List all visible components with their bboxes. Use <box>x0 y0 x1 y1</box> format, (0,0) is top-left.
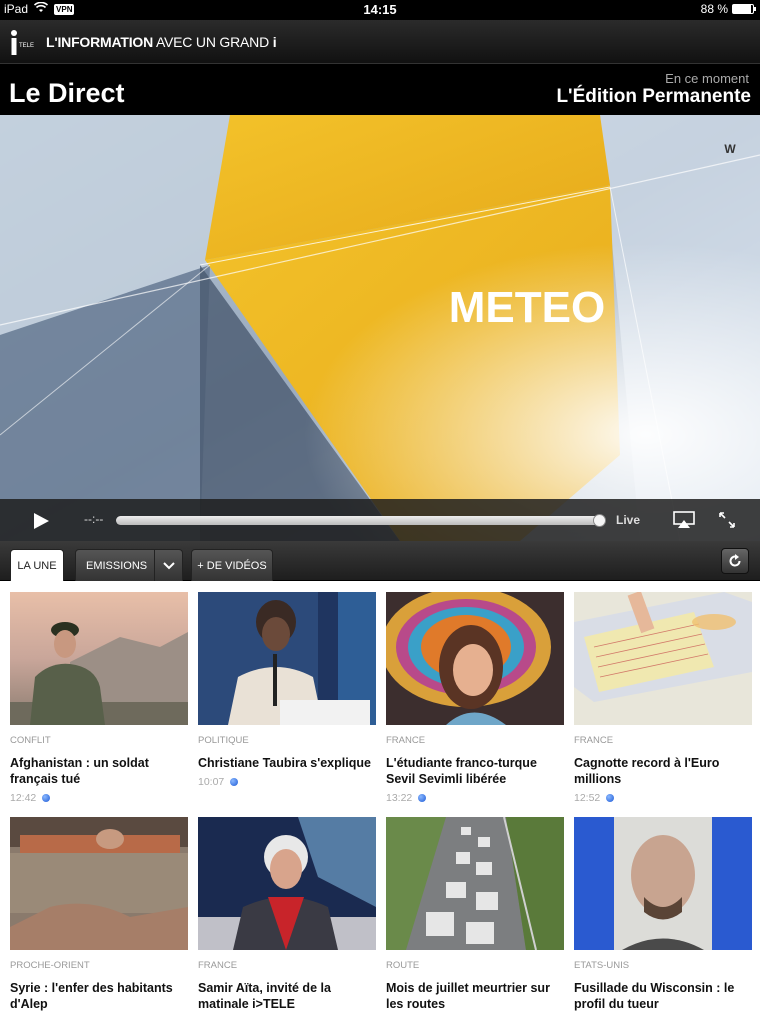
article-thumbnail <box>10 592 188 725</box>
article-category: CONFLIT <box>10 735 51 746</box>
tagline-mark: i <box>272 34 277 50</box>
article-category: ETATS-UNIS <box>574 960 630 971</box>
article-card[interactable]: ETATS-UNIS Fusillade du Wisconsin : le p… <box>574 817 752 1012</box>
video-indicator-icon <box>418 794 427 802</box>
status-time: 14:15 <box>363 2 397 17</box>
article-headline: L'étudiante franco-turque Sevil Sevimli … <box>386 756 537 786</box>
video-indicator-icon <box>606 794 615 802</box>
chevron-down-icon[interactable] <box>154 550 182 582</box>
tab-emissions-label: EMISSIONS <box>86 559 148 572</box>
battery-percent: 88 % <box>700 2 728 16</box>
article-category: PROCHE-ORIENT <box>10 960 90 971</box>
article-headline: Afghanistan : un soldat français tué <box>10 756 149 786</box>
article-time: 13:22 <box>386 792 413 804</box>
article-time: 12:52 <box>574 792 601 804</box>
article-headline: Fusillade du Wisconsin : le profil du tu… <box>574 981 735 1011</box>
video-indicator-icon <box>230 778 239 786</box>
battery-icon <box>732 4 756 14</box>
itele-logo: TELE <box>11 30 34 55</box>
article-thumbnail <box>386 592 564 725</box>
article-thumbnail <box>10 817 188 950</box>
article-headline: Cagnotte record à l'Euro millions <box>574 756 720 786</box>
tab-la-une[interactable]: LA UNE <box>10 549 64 581</box>
now-playing-program: L'Édition Permanente <box>556 86 751 107</box>
article-time: 12:42 <box>10 792 37 804</box>
progress-handle[interactable] <box>593 514 606 527</box>
article-headline: Syrie : l'enfer des habitants d'Alep <box>10 981 173 1011</box>
article-category: ROUTE <box>386 960 420 971</box>
video-overlay-text: METEO <box>449 283 605 332</box>
article-card[interactable]: ROUTE Mois de juillet meurtrier sur les … <box>386 817 564 1012</box>
article-card[interactable]: FRANCE L'étudiante franco-turque Sevil S… <box>386 592 564 804</box>
video-frame: METEO W <box>0 115 760 541</box>
article-card[interactable]: CONFLIT Afghanistan : un soldat français… <box>10 592 188 804</box>
status-bar: iPad VPN 14:15 88 % <box>0 0 760 20</box>
tagline-bold: L'INFORMATION <box>46 34 154 50</box>
article-card[interactable]: FRANCE Cagnotte record à l'Euro millions… <box>574 592 752 804</box>
article-headline: Samir Aïta, invité de la matinale i>TELE <box>198 981 331 1011</box>
article-headline: Christiane Taubira s'explique <box>198 756 371 770</box>
article-category: FRANCE <box>198 960 238 971</box>
logo-text: TELE <box>19 43 34 49</box>
now-playing-label: En ce moment <box>665 71 749 86</box>
title-bar: Le Direct En ce moment L'Édition Permane… <box>0 64 760 115</box>
play-icon[interactable] <box>32 512 50 530</box>
article-card[interactable]: POLITIQUE Christiane Taubira s'explique … <box>198 592 376 788</box>
live-label: Live <box>616 513 641 527</box>
progress-bar[interactable] <box>116 516 602 525</box>
article-thumbnail <box>198 592 376 725</box>
fullscreen-icon[interactable] <box>718 511 736 529</box>
article-category: POLITIQUE <box>198 735 249 746</box>
tab-more-videos[interactable]: + DE VIDÉOS <box>191 549 273 581</box>
article-card[interactable]: FRANCE Samir Aïta, invité de la matinale… <box>198 817 376 1012</box>
article-thumbnail <box>386 817 564 950</box>
article-thumbnail <box>574 817 752 950</box>
refresh-button[interactable] <box>721 548 749 574</box>
articles-grid: CONFLIT Afghanistan : un soldat français… <box>0 581 760 1013</box>
brand-bar: TELE L'INFORMATION AVEC UN GRAND i <box>0 20 760 64</box>
video-indicator-icon <box>42 794 51 802</box>
article-headline: Mois de juillet meurtrier sur les routes <box>386 981 550 1011</box>
article-category: FRANCE <box>386 735 426 746</box>
article-thumbnail <box>198 817 376 950</box>
video-player[interactable]: METEO W --:-- Live <box>0 115 760 541</box>
video-controls: --:-- Live <box>0 499 760 541</box>
tab-emissions[interactable]: EMISSIONS <box>75 549 183 582</box>
article-time: 10:07 <box>198 776 225 788</box>
airplay-icon[interactable] <box>673 511 695 529</box>
page-title: Le Direct <box>9 78 125 108</box>
refresh-icon <box>729 554 741 567</box>
section-tabs: LA UNE EMISSIONS + DE VIDÉOS <box>0 541 760 582</box>
article-thumbnail <box>574 592 752 725</box>
brand-tagline: L'INFORMATION AVEC UN GRAND i <box>46 34 277 50</box>
article-category: FRANCE <box>574 735 614 746</box>
tagline-rest: AVEC UN GRAND <box>155 34 269 50</box>
article-card[interactable]: PROCHE-ORIENT Syrie : l'enfer des habita… <box>10 817 188 1012</box>
elapsed-time: --:-- <box>84 512 104 526</box>
channel-watermark: W <box>724 142 736 156</box>
